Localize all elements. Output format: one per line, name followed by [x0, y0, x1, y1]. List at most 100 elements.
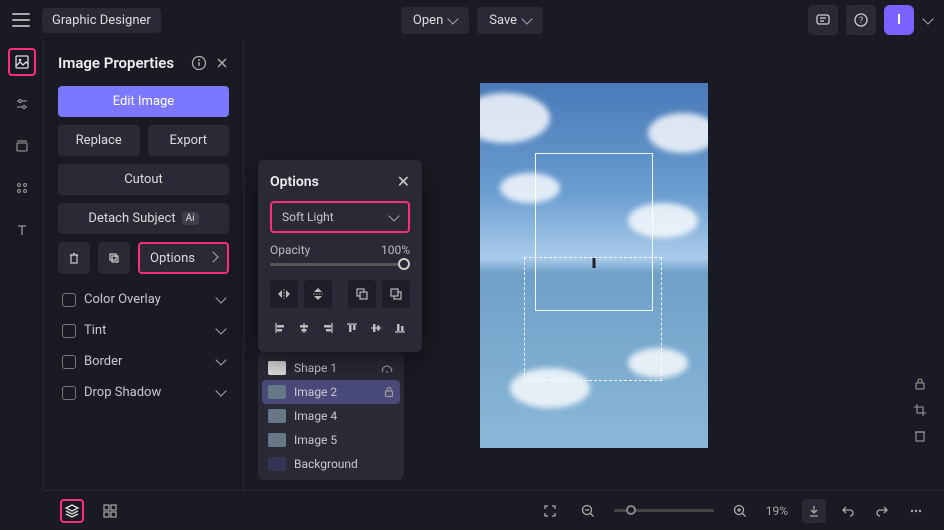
layer-thumbnail — [268, 385, 286, 399]
chevron-down-icon — [388, 210, 399, 221]
layer-name: Image 2 — [294, 385, 337, 399]
layer-name: Image 4 — [294, 409, 337, 423]
layer-name: Shape 1 — [294, 361, 337, 375]
menu-icon[interactable] — [12, 13, 30, 27]
align-bottom-icon[interactable] — [390, 316, 410, 340]
delete-button[interactable] — [58, 242, 90, 274]
bring-forward-icon[interactable] — [348, 280, 376, 308]
blend-mode-select[interactable]: Soft Light — [270, 201, 410, 233]
text-tool-icon[interactable] — [8, 216, 36, 244]
layer-thumbnail — [268, 409, 286, 423]
detach-label: Detach Subject — [88, 211, 175, 226]
zoom-slider[interactable] — [614, 509, 714, 512]
panel-title: Image Properties — [58, 54, 183, 72]
zoom-thumb[interactable] — [626, 505, 636, 515]
drop-shadow-toggle[interactable]: Drop Shadow — [58, 377, 229, 408]
opacity-slider[interactable] — [270, 263, 410, 266]
accordion-label: Border — [84, 354, 122, 369]
opacity-label: Opacity — [270, 243, 310, 257]
options-label: Options — [150, 251, 195, 266]
border-toggle[interactable]: Border — [58, 346, 229, 377]
accordion-label: Drop Shadow — [84, 385, 161, 400]
chevron-down-icon — [448, 13, 459, 24]
open-label: Open — [413, 13, 443, 28]
undo-icon[interactable] — [836, 499, 860, 523]
layer-item[interactable]: Image 4 — [262, 404, 400, 428]
lock-icon[interactable] — [384, 386, 394, 398]
help-button[interactable]: ? — [846, 5, 876, 35]
align-left-icon[interactable] — [270, 316, 290, 340]
tool-rail — [0, 40, 44, 490]
opacity-value: 100% — [381, 243, 410, 257]
chevron-down-icon — [215, 323, 226, 334]
layer-item[interactable]: Image 5 — [262, 428, 400, 452]
checkbox-icon — [62, 355, 76, 369]
properties-panel: Image Properties Edit Image Replace Expo… — [44, 40, 244, 490]
layers-toggle-icon[interactable] — [60, 499, 84, 523]
layer-thumbnail — [268, 433, 286, 447]
resize-tool-icon[interactable] — [8, 132, 36, 160]
cutout-button[interactable]: Cutout — [58, 164, 229, 195]
close-icon[interactable] — [215, 56, 229, 70]
save-dropdown[interactable]: Save — [477, 7, 543, 34]
hidden-icon[interactable] — [380, 363, 394, 373]
send-backward-icon[interactable] — [382, 280, 410, 308]
options-popup: Options ✕ Soft Light Opacity 100% — [258, 160, 422, 352]
zoom-in-icon[interactable] — [728, 499, 752, 523]
chevron-down-icon — [215, 292, 226, 303]
slider-thumb[interactable] — [398, 258, 410, 270]
blend-mode-value: Soft Light — [282, 210, 334, 224]
layer-name: Image 5 — [294, 433, 337, 447]
image-tool-icon[interactable] — [8, 48, 36, 76]
bottom-bar: 19% — [44, 490, 944, 530]
options-button[interactable]: Options — [138, 242, 229, 274]
zoom-out-icon[interactable] — [576, 499, 600, 523]
redo-icon[interactable] — [870, 499, 894, 523]
download-icon[interactable] — [802, 499, 826, 523]
open-dropdown[interactable]: Open — [401, 7, 469, 34]
crop-tool-icon[interactable] — [912, 402, 928, 418]
comments-button[interactable] — [808, 5, 838, 35]
duplicate-button[interactable] — [98, 242, 130, 274]
layers-panel: Shape 1 Image 2 Image 4 Image 5 Backgrou… — [258, 352, 404, 480]
checkbox-icon — [62, 324, 76, 338]
svg-text:?: ? — [859, 16, 863, 26]
save-label: Save — [489, 13, 517, 28]
chevron-down-icon[interactable] — [922, 13, 933, 24]
lock-tool-icon[interactable] — [912, 376, 928, 392]
delete-tool-icon[interactable] — [912, 428, 928, 444]
tint-toggle[interactable]: Tint — [58, 315, 229, 346]
more-icon[interactable] — [904, 499, 928, 523]
shapes-tool-icon[interactable] — [8, 174, 36, 202]
canvas-image[interactable] — [480, 83, 708, 448]
chevron-right-icon — [207, 251, 218, 262]
layer-item[interactable]: Shape 1 — [262, 356, 400, 380]
detach-subject-button[interactable]: Detach Subject Ai — [58, 203, 229, 234]
replace-button[interactable]: Replace — [58, 125, 140, 156]
edit-image-button[interactable]: Edit Image — [58, 86, 229, 117]
fullscreen-icon[interactable] — [538, 499, 562, 523]
popup-title: Options — [270, 174, 397, 190]
ai-badge: Ai — [182, 212, 199, 225]
align-top-icon[interactable] — [342, 316, 362, 340]
checkbox-icon — [62, 293, 76, 307]
export-button[interactable]: Export — [148, 125, 230, 156]
grid-icon[interactable] — [98, 499, 122, 523]
layer-item[interactable]: Image 2 — [262, 380, 400, 404]
align-center-h-icon[interactable] — [294, 316, 314, 340]
info-icon[interactable] — [191, 55, 207, 71]
top-bar: Graphic Designer Open Save ? I — [0, 0, 944, 40]
adjust-tool-icon[interactable] — [8, 90, 36, 118]
flip-vertical-icon[interactable] — [304, 280, 332, 308]
align-center-v-icon[interactable] — [366, 316, 386, 340]
user-avatar[interactable]: I — [884, 5, 914, 35]
accordion-label: Color Overlay — [84, 292, 161, 307]
close-icon[interactable]: ✕ — [397, 172, 410, 191]
color-overlay-toggle[interactable]: Color Overlay — [58, 284, 229, 315]
app-title: Graphic Designer — [42, 8, 161, 33]
align-right-icon[interactable] — [318, 316, 338, 340]
selection-inner[interactable] — [524, 257, 662, 381]
layer-thumbnail — [268, 361, 286, 375]
flip-horizontal-icon[interactable] — [270, 280, 298, 308]
layer-item[interactable]: Background — [262, 452, 400, 476]
